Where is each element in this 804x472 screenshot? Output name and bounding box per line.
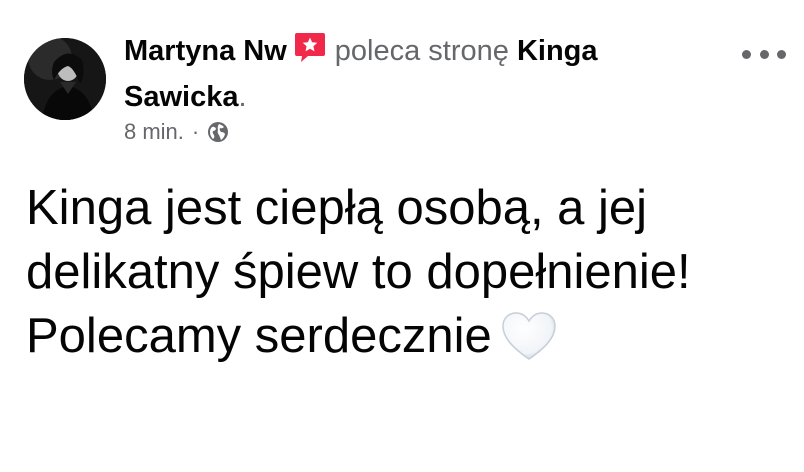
recommendation-star-icon bbox=[293, 30, 327, 76]
author-name[interactable]: Martyna Nw bbox=[124, 35, 287, 67]
globe-icon[interactable] bbox=[207, 121, 229, 143]
white-heart-icon bbox=[500, 310, 558, 362]
menu-dot bbox=[759, 49, 769, 59]
timestamp[interactable]: 8 min. bbox=[124, 118, 184, 146]
post-meta: 8 min. · bbox=[124, 118, 229, 146]
post-body-text: Kinga jest ciepłą osobą, a jej delikatny… bbox=[26, 181, 691, 363]
post-card: Martyna Nw poleca stronę Kinga Sawicka. 8… bbox=[0, 0, 804, 472]
post-body: Kinga jest ciepłą osobą, a jej delikatny… bbox=[26, 176, 786, 368]
author-avatar[interactable] bbox=[24, 38, 106, 120]
meta-separator: · bbox=[191, 119, 200, 144]
more-options-icon[interactable] bbox=[742, 40, 786, 68]
menu-dot bbox=[777, 49, 786, 59]
avatar-photo-icon bbox=[24, 38, 106, 120]
period: . bbox=[238, 81, 247, 113]
header-text: Martyna Nw poleca stronę Kinga Sawicka. bbox=[124, 30, 704, 118]
menu-dot bbox=[742, 49, 751, 59]
recommend-text: poleca stronę bbox=[334, 35, 509, 67]
post-header: Martyna Nw poleca stronę Kinga Sawicka. bbox=[124, 30, 704, 118]
